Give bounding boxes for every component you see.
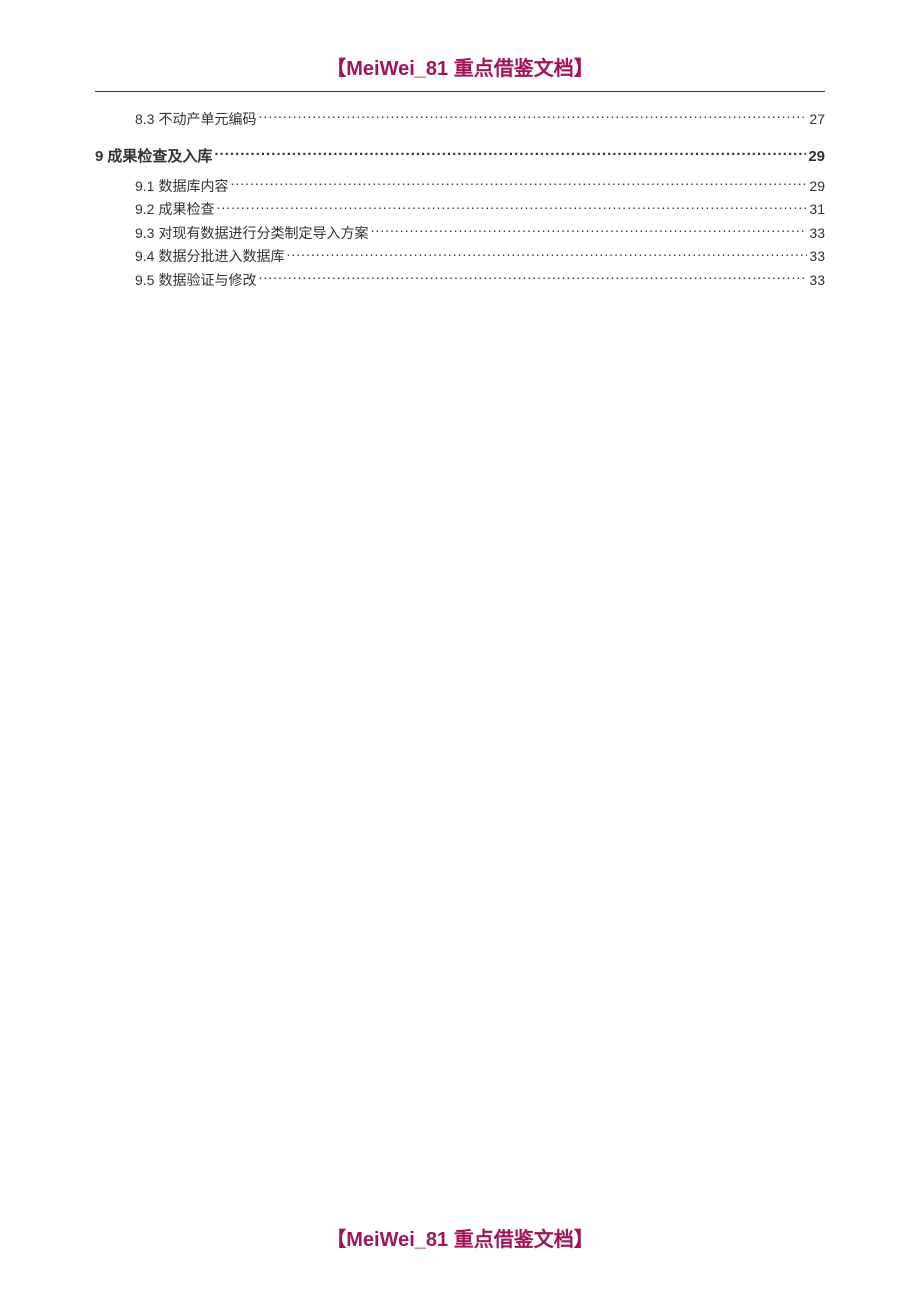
toc-num: 9.4	[135, 247, 154, 267]
toc-leader-dots	[214, 146, 806, 161]
toc-label: 数据分批进入数据库	[158, 247, 284, 267]
toc-page-num: 33	[809, 271, 825, 291]
toc-num: 9.5	[135, 271, 154, 291]
toc-leader-dots	[258, 110, 807, 124]
toc-num: 8.3	[135, 110, 154, 130]
header-title: 【MeiWei_81 重点借鉴文档】	[326, 58, 593, 80]
toc-leader-dots	[286, 247, 807, 261]
toc-leader-dots	[230, 177, 807, 191]
toc-num: 9.2	[135, 200, 154, 220]
toc-label: 对现有数据进行分类制定导入方案	[158, 224, 368, 244]
toc-num: 9.3	[135, 224, 154, 244]
toc-page-num: 33	[809, 247, 825, 267]
toc-entry[interactable]: 9.3 对现有数据进行分类制定导入方案 33	[95, 224, 825, 244]
table-of-contents: 8.3 不动产单元编码 27 9 成果检查及入库 29 9.1 数据库内容 29…	[95, 110, 825, 291]
toc-entry[interactable]: 9.1 数据库内容 29	[95, 177, 825, 197]
toc-entry[interactable]: 9.2 成果检查 31	[95, 200, 825, 220]
toc-leader-dots	[370, 224, 807, 238]
toc-label: 不动产单元编码	[158, 110, 256, 130]
toc-section-entry[interactable]: 9 成果检查及入库 29	[95, 146, 825, 167]
toc-page-num: 31	[809, 200, 825, 220]
toc-page-num: 33	[809, 224, 825, 244]
toc-label: 成果检查及入库	[107, 146, 212, 167]
toc-num: 9.1	[135, 177, 154, 197]
toc-label: 数据验证与修改	[158, 271, 256, 291]
toc-page-num: 27	[809, 110, 825, 130]
toc-entry[interactable]: 9.5 数据验证与修改 33	[95, 271, 825, 291]
page-header: 【MeiWei_81 重点借鉴文档】	[95, 52, 825, 92]
toc-entry[interactable]: 9.4 数据分批进入数据库 33	[95, 247, 825, 267]
toc-page-num: 29	[809, 177, 825, 197]
toc-page-num: 29	[808, 146, 825, 167]
toc-label: 数据库内容	[158, 177, 228, 197]
toc-leader-dots	[216, 200, 807, 214]
toc-num: 9	[95, 146, 103, 167]
toc-label: 成果检查	[158, 200, 214, 220]
footer-title: 【MeiWei_81 重点借鉴文档】	[326, 1229, 593, 1251]
toc-leader-dots	[258, 271, 807, 285]
page-footer: 【MeiWei_81 重点借鉴文档】	[0, 1223, 920, 1252]
toc-entry[interactable]: 8.3 不动产单元编码 27	[95, 110, 825, 130]
document-page: 【MeiWei_81 重点借鉴文档】 8.3 不动产单元编码 27 9 成果检查…	[0, 0, 920, 291]
